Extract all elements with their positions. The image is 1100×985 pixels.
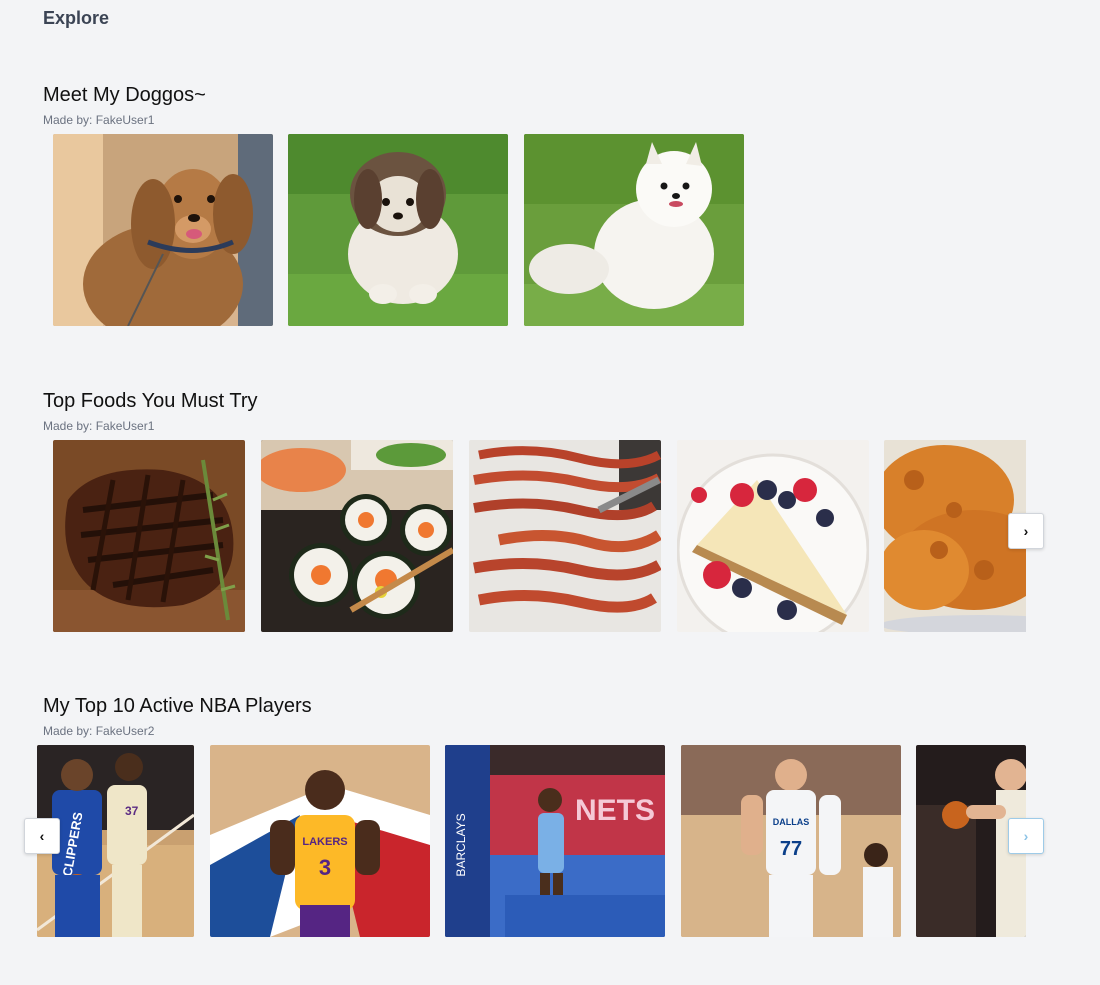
image-carousel: CLIPPERS 37 LAKERS 3 NETS BARCLAYS DALLA…: [37, 745, 1026, 937]
section-title[interactable]: Top Foods You Must Try: [43, 390, 258, 413]
carousel-next-button[interactable]: ›: [1008, 513, 1044, 549]
jersey-number: 3: [319, 855, 331, 880]
image-card-player-3[interactable]: NETS BARCLAYS: [445, 745, 665, 937]
image-card-steak[interactable]: [53, 440, 245, 632]
image-card-shih-tzu[interactable]: [288, 134, 508, 326]
section-title[interactable]: My Top 10 Active NBA Players: [43, 695, 312, 718]
image-card-cocker-spaniel[interactable]: [53, 134, 273, 326]
section-byline: Made by: FakeUser2: [43, 724, 155, 738]
image-card-player-4[interactable]: DALLAS 77: [681, 745, 901, 937]
image-card-fried-chicken[interactable]: [884, 440, 1026, 632]
jersey-number: 77: [780, 838, 802, 860]
image-carousel: [53, 440, 1026, 632]
image-card-player-2[interactable]: LAKERS 3: [210, 745, 430, 937]
jersey-text: DALLAS: [773, 817, 810, 827]
image-card-pomeranian[interactable]: [524, 134, 744, 326]
carousel-next-button[interactable]: ›: [1008, 818, 1044, 854]
section-title[interactable]: Meet My Doggos~: [43, 84, 206, 107]
section-byline: Made by: FakeUser1: [43, 113, 155, 127]
carousel-prev-button[interactable]: ‹: [24, 818, 60, 854]
signage-text: NETS: [575, 794, 655, 827]
section-byline: Made by: FakeUser1: [43, 419, 155, 433]
section-foods: Top Foods You Must Try Made by: FakeUser…: [0, 390, 1100, 640]
jersey-text: LAKERS: [302, 836, 347, 848]
section-nba: My Top 10 Active NBA Players Made by: Fa…: [0, 695, 1100, 945]
jersey-number: 37: [125, 804, 139, 818]
section-doggos: Meet My Doggos~ Made by: FakeUser1: [0, 84, 1100, 334]
image-card-player-1[interactable]: CLIPPERS 37: [37, 745, 194, 937]
image-carousel: [53, 134, 753, 326]
signage-text: BARCLAYS: [454, 813, 468, 876]
page-title: Explore: [43, 8, 110, 28]
image-card-cheesecake[interactable]: [677, 440, 869, 632]
image-card-bacon[interactable]: [469, 440, 661, 632]
image-card-sushi[interactable]: [261, 440, 453, 632]
